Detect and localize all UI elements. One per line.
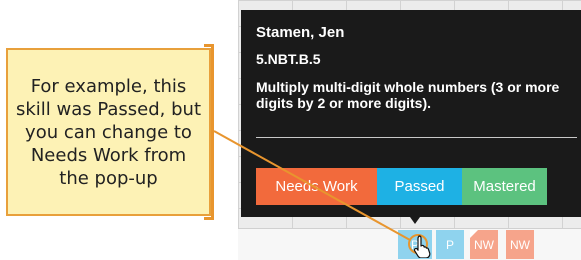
cell-label: NW: [510, 237, 530, 252]
student-name: Stamen, Jen: [256, 24, 345, 41]
skill-cell[interactable]: NW: [470, 230, 498, 259]
passed-button[interactable]: Passed: [377, 168, 462, 205]
popup-divider: [256, 137, 577, 138]
callout-text: For example, this skill was Passed, but …: [15, 75, 202, 189]
standard-code: 5.NBT.B.5: [256, 51, 321, 67]
cell-label: NW: [474, 237, 494, 252]
callout-box: For example, this skill was Passed, but …: [6, 48, 211, 216]
popup-pointer: [410, 217, 420, 224]
skill-cell[interactable]: NW: [506, 230, 534, 259]
needs-work-button[interactable]: Needs Work: [256, 168, 377, 205]
mastered-button[interactable]: Mastered: [462, 168, 547, 205]
standard-description: Multiply multi-digit whole numbers (3 or…: [256, 79, 560, 111]
corner-marker: [470, 230, 478, 238]
cell-label: P: [445, 237, 454, 252]
hand-cursor-icon: [413, 235, 431, 258]
skill-status-popup: Stamen, Jen 5.NBT.B.5 Multiply multi-dig…: [241, 10, 581, 224]
skill-cell[interactable]: P: [436, 230, 464, 259]
callout-bracket: [204, 44, 214, 220]
